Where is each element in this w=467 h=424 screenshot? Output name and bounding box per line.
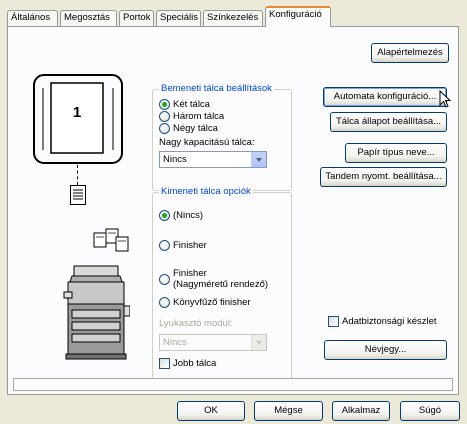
printer-illustration [60, 262, 131, 365]
document-icon [70, 185, 86, 208]
checkbox-indicator[interactable] [328, 316, 339, 327]
radio-label: Könyvfűző finisher [173, 297, 251, 308]
radio-output-booklet[interactable]: Könyvfűző finisher [159, 297, 251, 308]
checkbox-label: Jobb tálca [173, 358, 217, 369]
connector-line [77, 165, 78, 185]
radio-label: Finisher (Nagyméretű rendező) [173, 268, 268, 290]
tab-szinkezeles[interactable]: Színkezelés [203, 10, 263, 26]
checkbox-label: Adatbiztonsági készlet [342, 316, 437, 327]
tandem-button[interactable]: Tandem nyomt. beállítása... [320, 167, 447, 187]
select-value: Nincs [163, 337, 187, 348]
radio-indicator[interactable] [159, 240, 170, 251]
ok-button[interactable]: OK [177, 401, 245, 421]
tab-portok[interactable]: Portok [119, 10, 154, 26]
radio-indicator[interactable] [159, 123, 170, 134]
tab-specialis[interactable]: Speciális [156, 10, 201, 26]
checkbox-indicator[interactable] [159, 358, 170, 369]
radio-indicator[interactable] [159, 297, 170, 308]
radio-indicator[interactable] [159, 99, 170, 110]
checkbox-right-tray[interactable]: Jobb tálca [159, 358, 216, 369]
chevron-down-icon[interactable] [251, 152, 266, 167]
tab-megosztas[interactable]: Megosztás [60, 10, 117, 26]
radio-label: Három tálca [173, 111, 225, 122]
punch-module-label: Lyukasztó modul: [159, 318, 233, 329]
apply-button[interactable]: Alkalmaz [332, 401, 390, 421]
radio-label: Két tálca [173, 99, 210, 110]
radio-four-trays[interactable]: Négy tálca [159, 123, 218, 134]
tray-preview: 1 [33, 74, 123, 164]
cancel-button[interactable]: Mégse [254, 401, 323, 421]
input-tray-legend: Bemeneti tálca beállítások [159, 83, 274, 95]
radio-label: Finisher [173, 240, 207, 251]
mouse-cursor-icon [439, 89, 452, 111]
radio-output-none[interactable]: (Nincs) [159, 210, 203, 221]
name-button[interactable]: Névjegy... [324, 340, 447, 360]
help-button[interactable]: Súgó [400, 401, 460, 421]
paper-type-button[interactable]: Papír típus neve... [345, 143, 447, 163]
large-capacity-select[interactable]: Nincs [159, 151, 267, 168]
checkbox-security-kit[interactable]: Adatbiztonsági készlet [328, 316, 437, 327]
radio-label: Négy tálca [173, 123, 218, 134]
auto-config-button[interactable]: Automata konfiguráció... [323, 87, 447, 107]
radio-label-line1: Finisher [173, 268, 207, 279]
select-value: Nincs [163, 154, 187, 165]
stacked-pages-icon [92, 225, 132, 256]
radio-label-line2: (Nagyméretű rendező) [173, 279, 269, 290]
large-capacity-label: Nagy kapacitású tálca: [159, 137, 255, 148]
radio-indicator[interactable] [159, 111, 170, 122]
tray-number: 1 [72, 104, 82, 121]
punch-module-select: Nincs [159, 334, 267, 351]
radio-three-trays[interactable]: Három tálca [159, 111, 224, 122]
radio-output-finisher[interactable]: Finisher [159, 240, 207, 251]
radio-indicator[interactable] [159, 210, 170, 221]
output-tray-legend: Kimeneti tálca opciók [159, 186, 253, 198]
radio-output-finisher-large[interactable]: Finisher (Nagyméretű rendező) [159, 268, 268, 290]
tab-konfiguracio[interactable]: Konfiguráció [265, 6, 331, 27]
radio-two-trays[interactable]: Két tálca [159, 99, 210, 110]
info-strip [13, 378, 453, 391]
tab-altalanos[interactable]: Általános [7, 10, 58, 26]
radio-label: (Nincs) [173, 210, 204, 221]
radio-indicator[interactable] [159, 273, 170, 285]
defaults-button[interactable]: Alapértelmezés [371, 43, 449, 63]
tray-status-button[interactable]: Tálca állapot beállítása... [330, 112, 447, 132]
chevron-down-icon [251, 335, 266, 350]
